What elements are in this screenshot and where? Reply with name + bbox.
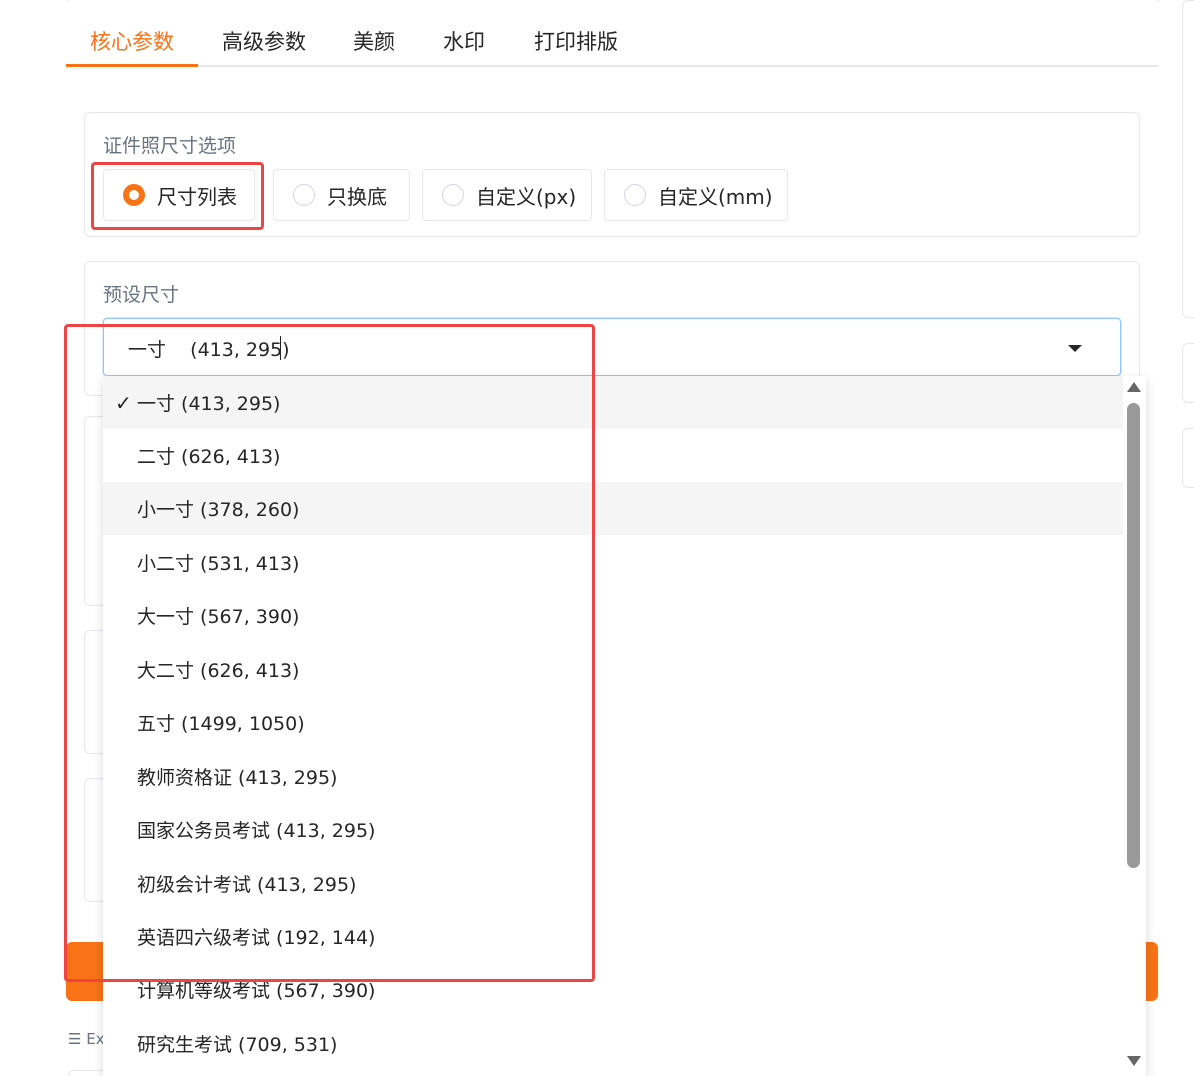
option-label: 一寸 (413, 295) xyxy=(137,393,281,415)
dropdown-option[interactable]: 英语四六级考试 (192, 144) xyxy=(103,910,1123,963)
size-options-label: 证件照尺寸选项 xyxy=(103,135,237,157)
option-label: 二寸 (626, 413) xyxy=(137,446,281,468)
tab-print-layout[interactable]: 打印排版 xyxy=(534,26,618,66)
option-label: 教师资格证 (413, 295) xyxy=(137,767,338,789)
dropdown-option[interactable]: 大二寸 (626, 413) xyxy=(103,643,1123,696)
dropdown-option[interactable]: 小二寸 (531, 413) xyxy=(103,536,1123,589)
text-caret xyxy=(280,336,281,360)
radio-custom-px[interactable]: 自定义(px) xyxy=(422,169,592,221)
tab-beauty[interactable]: 美颜 xyxy=(353,26,395,66)
option-label: 研究生考试 (709, 531) xyxy=(137,1034,338,1056)
examples-label: Ex xyxy=(86,1030,105,1048)
dropdown-scrollbar[interactable] xyxy=(1123,376,1145,1076)
option-label: 五寸 (1499, 1050) xyxy=(137,713,305,735)
option-label: 计算机等级考试 (567, 390) xyxy=(137,980,376,1002)
preset-size-label: 预设尺寸 xyxy=(103,284,180,306)
option-label: 大一寸 (567, 390) xyxy=(137,606,300,628)
tab-watermark[interactable]: 水印 xyxy=(443,26,485,66)
radio-checked-icon xyxy=(123,184,145,206)
dropdown-option[interactable]: 教师资格证 (413, 295) xyxy=(103,750,1123,803)
dropdown-arrow-icon[interactable] xyxy=(1068,345,1082,352)
side-panel-edge xyxy=(1182,0,1194,318)
tab-bar: 核心参数 高级参数 美颜 水印 打印排版 xyxy=(66,20,1158,67)
tab-core-params[interactable]: 核心参数 xyxy=(90,26,174,66)
radio-label: 尺寸列表 xyxy=(157,184,237,209)
dropdown-option[interactable]: 大一寸 (567, 390) xyxy=(103,589,1123,642)
preset-size-dropdown: ✓ 一寸 (413, 295) 二寸 (626, 413) 小一寸 (378, … xyxy=(103,376,1146,1076)
radio-unchecked-icon xyxy=(293,184,315,206)
top-frame xyxy=(68,0,1158,2)
option-label: 大二寸 (626, 413) xyxy=(137,660,300,682)
examples-header: ☰ Ex xyxy=(68,1030,105,1048)
option-label: 初级会计考试 (413, 295) xyxy=(137,874,357,896)
active-tab-underline xyxy=(66,64,198,67)
check-icon: ✓ xyxy=(115,390,132,415)
dropdown-option[interactable]: 国家公务员考试 (413, 295) xyxy=(103,803,1123,856)
select-value: 一寸 (413, 295) xyxy=(128,339,290,361)
radio-label: 只换底 xyxy=(327,184,387,209)
radio-unchecked-icon xyxy=(624,184,646,206)
list-icon: ☰ xyxy=(68,1030,82,1048)
size-options-card: 证件照尺寸选项 尺寸列表 只换底 自定义(px) 自定义(mm) xyxy=(84,112,1140,237)
option-label: 英语四六级考试 (192, 144) xyxy=(137,927,376,949)
option-label: 小一寸 (378, 260) xyxy=(137,499,300,521)
option-label: 国家公务员考试 (413, 295) xyxy=(137,820,376,842)
dropdown-option[interactable]: 二寸 (626, 413) xyxy=(103,429,1123,482)
preset-size-select[interactable]: 一寸 (413, 295) xyxy=(103,318,1121,376)
radio-label: 自定义(mm) xyxy=(658,184,773,209)
dropdown-option[interactable]: 研究生考试 (709, 531) xyxy=(103,1017,1123,1070)
side-panel-edge xyxy=(1182,428,1194,488)
radio-size-list[interactable]: 尺寸列表 xyxy=(103,169,255,221)
radio-change-bg-only[interactable]: 只换底 xyxy=(273,169,410,221)
tab-advanced-params[interactable]: 高级参数 xyxy=(222,26,306,66)
dropdown-option[interactable]: 小一寸 (378, 260) xyxy=(103,482,1123,535)
option-label: 小二寸 (531, 413) xyxy=(137,553,300,575)
radio-label: 自定义(px) xyxy=(476,184,577,209)
side-panel-edge xyxy=(1182,343,1194,403)
dropdown-option[interactable]: 初级会计考试 (413, 295) xyxy=(103,857,1123,910)
dropdown-option[interactable]: ✓ 一寸 (413, 295) xyxy=(103,376,1123,429)
dropdown-option[interactable]: 计算机等级考试 (567, 390) xyxy=(103,963,1123,1016)
radio-unchecked-icon xyxy=(442,184,464,206)
scroll-down-arrow-icon[interactable] xyxy=(1127,1056,1141,1066)
scrollbar-thumb[interactable] xyxy=(1127,403,1140,868)
dropdown-option[interactable]: 五寸 (1499, 1050) xyxy=(103,696,1123,749)
radio-custom-mm[interactable]: 自定义(mm) xyxy=(604,169,788,221)
scroll-up-arrow-icon[interactable] xyxy=(1127,382,1141,392)
